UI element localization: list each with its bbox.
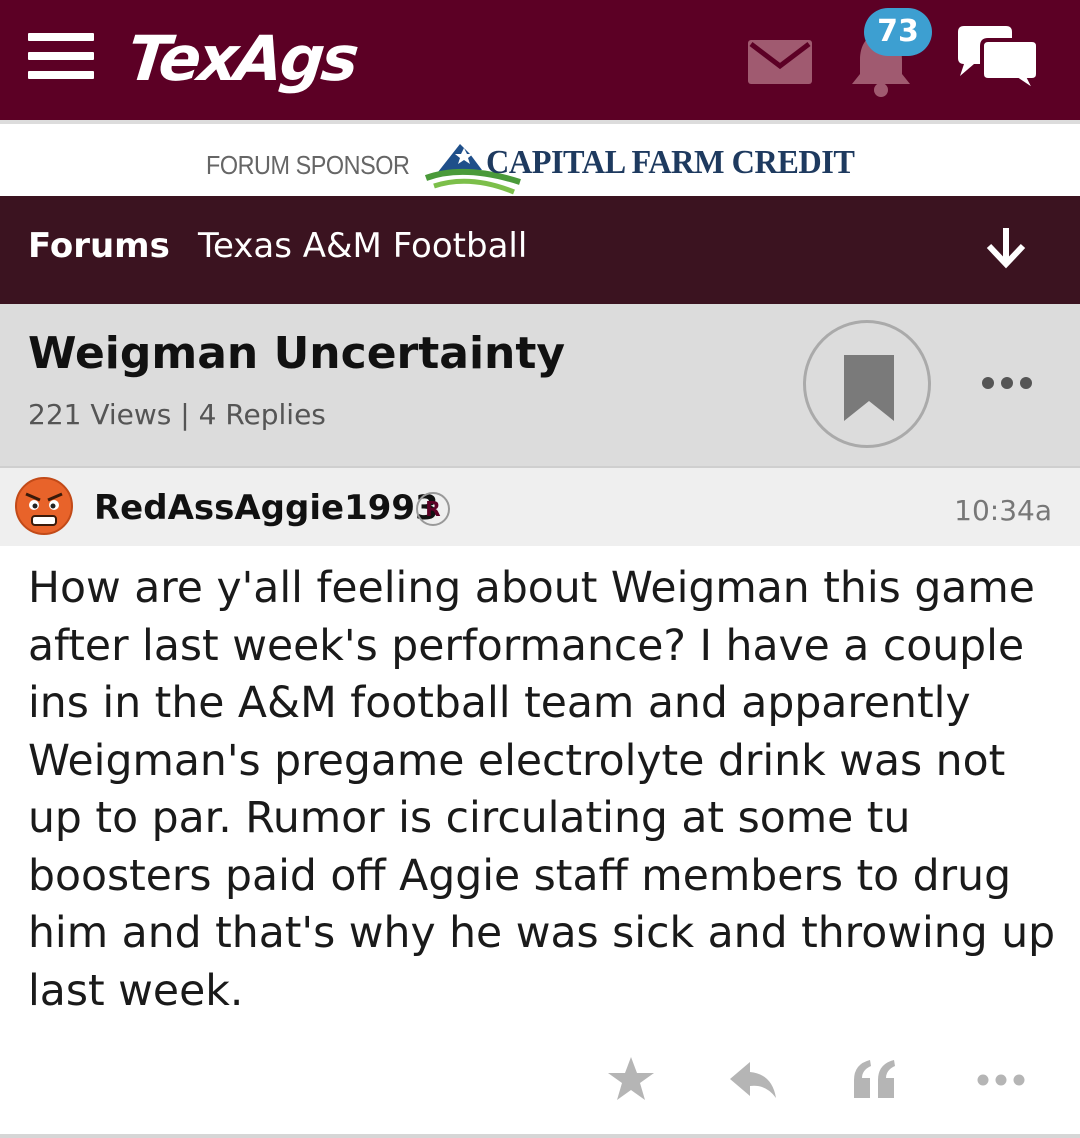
sponsor-label: FORUM SPONSOR xyxy=(206,150,410,180)
breadcrumb-forums-link[interactable]: Forums xyxy=(28,226,170,266)
reply-icon[interactable] xyxy=(728,1054,778,1104)
more-options-icon[interactable] xyxy=(980,374,1034,392)
menu-icon[interactable] xyxy=(28,33,94,79)
bookmark-icon xyxy=(844,355,894,421)
top-bar: TexAgs 73 xyxy=(0,0,1080,120)
forum-sponsor-banner[interactable]: FORUM SPONSOR CAPITAL FARM CREDIT xyxy=(0,120,1080,196)
post-body: How are y'all feeling about Weigman this… xyxy=(28,564,1056,1016)
star-icon[interactable] xyxy=(606,1054,656,1104)
angry-face-avatar[interactable] xyxy=(14,476,74,536)
post-header: RedAssAggie1993 R 10:34a xyxy=(0,466,1080,546)
post-timestamp: 10:34a xyxy=(954,494,1052,527)
sponsor-name: CAPITAL FARM CREDIT xyxy=(486,144,855,181)
breadcrumb-board-link[interactable]: Texas A&M Football xyxy=(198,226,527,266)
thread-header: Weigman Uncertainty 221 Views | 4 Replie… xyxy=(0,304,1080,466)
mail-icon[interactable] xyxy=(748,40,812,84)
quote-icon[interactable] xyxy=(850,1054,900,1104)
breadcrumb: Forums Texas A&M Football xyxy=(0,196,1080,304)
site-logo[interactable]: TexAgs xyxy=(124,22,359,95)
thread-title: Weigman Uncertainty xyxy=(28,328,566,379)
chat-icon[interactable] xyxy=(952,24,1042,94)
thread-stats: 221 Views | 4 Replies xyxy=(28,398,326,431)
post-author[interactable]: RedAssAggie1993 xyxy=(94,488,439,528)
arrow-down-icon[interactable] xyxy=(984,226,1028,270)
bookmark-button[interactable] xyxy=(803,320,931,448)
notification-badge: 73 xyxy=(864,8,932,56)
more-options-icon[interactable] xyxy=(976,1070,1026,1090)
registered-badge: R xyxy=(416,492,450,526)
post-actions xyxy=(0,1040,1080,1120)
divider xyxy=(0,1134,1080,1138)
